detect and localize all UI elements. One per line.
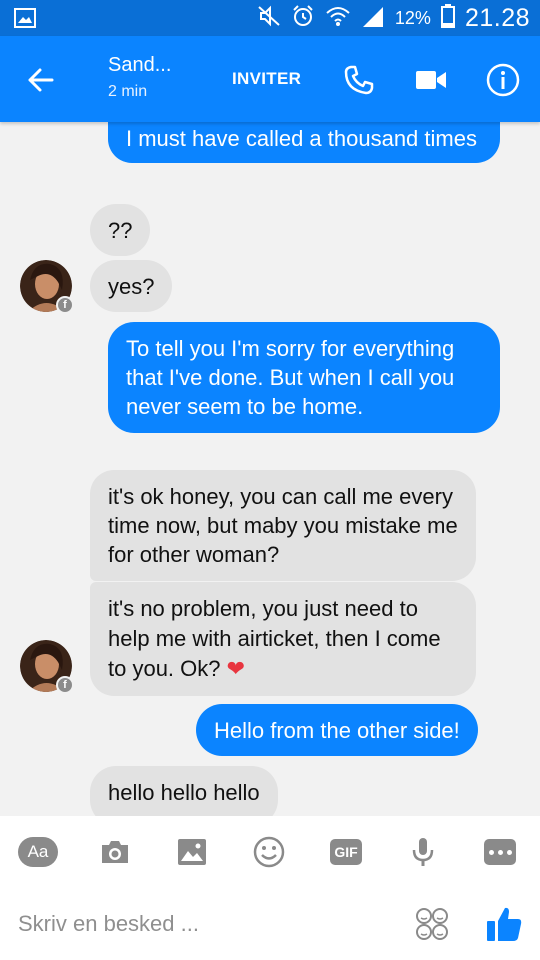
message-text: it's ok honey, you can call me every tim… (108, 484, 458, 567)
camera-icon[interactable] (95, 834, 135, 870)
wifi-icon (325, 5, 351, 32)
signal-icon (361, 5, 385, 32)
status-bar: 12% 21.28 (0, 0, 540, 36)
message-bubble-outgoing[interactable]: I must have called a thousand times (108, 122, 500, 163)
info-icon[interactable] (484, 61, 522, 99)
facebook-badge-icon: f (56, 676, 74, 694)
stickers-icon[interactable] (414, 906, 450, 942)
heart-emoji-icon: ❤ (226, 656, 246, 681)
gallery-icon (14, 8, 36, 33)
text-style-icon[interactable]: Aa (18, 834, 58, 870)
message-text: yes? (108, 274, 155, 299)
mute-icon (257, 5, 281, 32)
message-text: it's no problem, you just need to help m… (108, 596, 441, 681)
status-icons: 12% 21.28 (257, 0, 530, 36)
more-icon[interactable] (480, 834, 520, 870)
image-icon[interactable] (172, 834, 212, 870)
like-thumb-icon[interactable] (484, 904, 524, 944)
back-arrow-icon[interactable] (22, 61, 60, 99)
facebook-badge-icon: f (56, 296, 74, 314)
message-bubble-incoming[interactable]: yes? (90, 260, 173, 312)
clock-time: 21.28 (464, 3, 530, 32)
message-bubble-incoming[interactable]: ?? (90, 204, 151, 256)
avatar[interactable]: f (20, 260, 74, 314)
message-bubble-outgoing[interactable]: Hello from the other side! (196, 704, 478, 756)
invite-button[interactable]: INVITER (232, 69, 301, 89)
battery-icon (440, 3, 455, 33)
message-text: Hello from the other side! (214, 718, 460, 743)
gif-icon[interactable]: GIF (326, 834, 366, 870)
last-active: 2 min (108, 83, 148, 100)
message-text: ?? (108, 218, 133, 243)
gif-label: GIF (330, 839, 362, 865)
message-text: I must have called a thousand times (126, 126, 477, 151)
alarm-icon (291, 4, 315, 33)
message-bubble-incoming[interactable]: it's ok honey, you can call me every tim… (90, 470, 476, 581)
text-style-label: Aa (18, 837, 58, 867)
message-list[interactable]: I must have called a thousand times ?? f… (0, 122, 540, 816)
composer-toolbar: Aa GIF (0, 816, 540, 888)
contact-name: Sand... (108, 54, 172, 76)
message-text: hello hello hello (108, 780, 260, 805)
message-input[interactable] (18, 908, 378, 940)
avatar[interactable]: f (20, 640, 74, 694)
message-bubble-incoming[interactable]: hello hello hello (90, 766, 278, 816)
battery-percent: 12% (394, 7, 431, 28)
composer-input-row (0, 888, 540, 960)
emoji-icon[interactable] (249, 834, 289, 870)
microphone-icon[interactable] (403, 834, 443, 870)
video-camera-icon[interactable] (412, 61, 450, 99)
message-bubble-outgoing[interactable]: To tell you I'm sorry for everything tha… (108, 322, 500, 433)
contact-info[interactable]: Sand... 2 min (108, 54, 171, 101)
message-bubble-incoming[interactable]: it's no problem, you just need to help m… (90, 582, 476, 696)
message-text: To tell you I'm sorry for everything tha… (126, 336, 455, 419)
conversation-header: Sand... 2 min INVITER (0, 36, 540, 122)
phone-icon[interactable] (340, 61, 378, 99)
